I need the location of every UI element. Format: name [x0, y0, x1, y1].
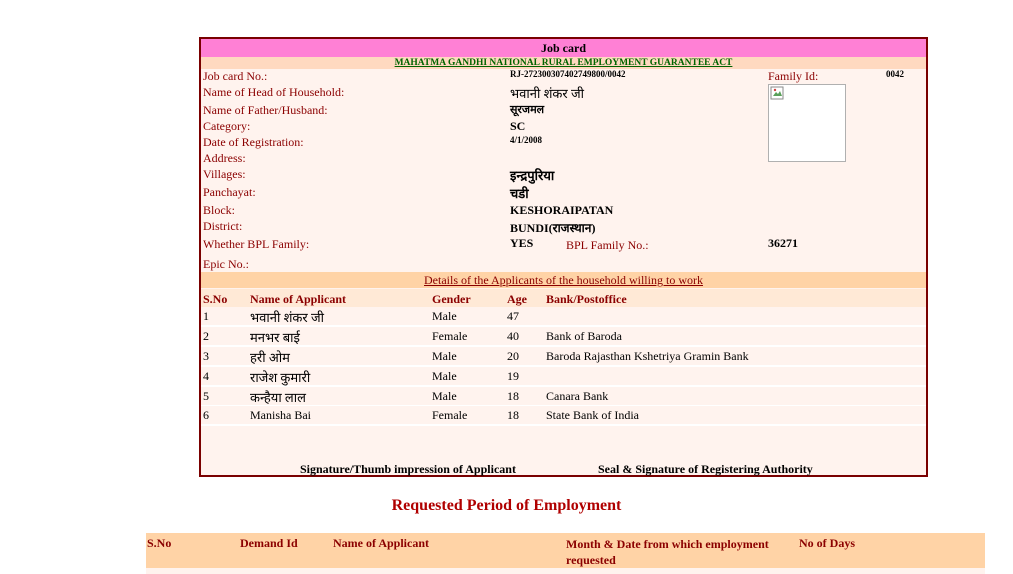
emp-col-days: No of Days: [799, 536, 855, 550]
panchayat-label: Panchayat:: [203, 185, 256, 199]
row-name: कन्हैया लाल: [250, 390, 306, 405]
row-bank: Bank of Baroda: [546, 329, 622, 343]
col-bank: Bank/Postoffice: [546, 292, 627, 306]
job-card-title: Job card: [201, 39, 926, 57]
row-age: 19: [507, 369, 519, 383]
table-row: 3 हरी ओम Male 20 Baroda Rajasthan Kshetr…: [201, 347, 926, 367]
row-gender: Female: [432, 408, 468, 422]
row-name: भवानी शंकर जी: [250, 310, 324, 325]
bpl-label: Whether BPL Family:: [203, 237, 310, 251]
emp-col-date: Month & Date from which employment reque…: [566, 537, 769, 567]
row-bank: Baroda Rajasthan Kshetriya Gramin Bank: [546, 349, 749, 363]
block-value: KESHORAIPATAN: [510, 203, 614, 217]
job-card: Job card MAHATMA GANDHI NATIONAL RURAL E…: [199, 37, 928, 477]
reg-date-value: 4/1/2008: [510, 135, 543, 145]
row-sno: 6: [203, 408, 209, 422]
table-row: [146, 568, 985, 574]
bpl-no-value: 36271: [768, 236, 798, 250]
row-gender: Male: [432, 389, 457, 403]
table-row: 1 भवानी शंकर जी Male 47: [201, 307, 926, 327]
row-sno: 1: [203, 309, 209, 323]
row-age: 18: [507, 408, 519, 422]
emp-col-demand-id: Demand Id: [240, 536, 298, 550]
col-age: Age: [507, 292, 527, 306]
applicant-signature-label: Signature/Thumb impression of Applicant: [300, 462, 516, 476]
row-name: हरी ओम: [250, 350, 290, 365]
head-value: भवानी शंकर जी: [510, 86, 584, 101]
father-label: Name of Father/Husband:: [203, 103, 328, 117]
villages-value: इन्द्रपुरिया: [510, 168, 555, 183]
col-sno: S.No: [203, 292, 228, 306]
col-name: Name of Applicant: [250, 292, 346, 306]
act-name: MAHATMA GANDHI NATIONAL RURAL EMPLOYMENT…: [201, 57, 926, 69]
panchayat-value: चडी: [510, 186, 529, 201]
row-age: 40: [507, 329, 519, 343]
col-gender: Gender: [432, 292, 471, 306]
job-card-no-value: RJ-272300307402749800/0042: [510, 69, 626, 79]
row-name: राजेश कुमारी: [250, 370, 311, 385]
reg-date-label: Date of Registration:: [203, 135, 304, 149]
row-gender: Male: [432, 369, 457, 383]
category-label: Category:: [203, 119, 251, 133]
head-label: Name of Head of Household:: [203, 85, 345, 99]
epic-label: Epic No.:: [203, 257, 249, 271]
row-gender: Male: [432, 349, 457, 363]
district-value: BUNDI(राजस्थान): [510, 221, 596, 235]
emp-col-name: Name of Applicant: [333, 536, 429, 550]
row-sno: 4: [203, 369, 209, 383]
row-bank: State Bank of India: [546, 408, 639, 422]
address-label: Address:: [203, 151, 246, 165]
broken-image-icon: [770, 86, 784, 100]
bpl-value: YES: [510, 236, 534, 250]
row-name: मनभर बाई: [250, 330, 300, 345]
applicants-section-title: Details of the Applicants of the househo…: [201, 272, 926, 288]
row-age: 47: [507, 309, 519, 323]
photo-image: [768, 84, 846, 162]
row-sno: 3: [203, 349, 209, 363]
family-id-value: 0042: [886, 69, 904, 79]
row-gender: Female: [432, 329, 468, 343]
family-id-label: Family Id:: [768, 69, 819, 83]
bpl-no-label: BPL Family No.:: [566, 238, 649, 252]
row-age: 20: [507, 349, 519, 363]
employment-section-title: Requested Period of Employment: [391, 497, 622, 514]
table-row: 6 Manisha Bai Female 18 State Bank of In…: [201, 406, 926, 426]
category-value: SC: [510, 119, 526, 133]
row-name: Manisha Bai: [250, 408, 311, 422]
block-label: Block:: [203, 203, 235, 217]
emp-col-sno: S.No: [147, 536, 172, 550]
father-value: सूरजमल: [510, 104, 545, 116]
table-row: 5 कन्हैया लाल Male 18 Canara Bank: [201, 387, 926, 407]
row-sno: 5: [203, 389, 209, 403]
table-row: 4 राजेश कुमारी Male 19: [201, 367, 926, 387]
villages-label: Villages:: [203, 167, 246, 181]
job-card-no-label: Job card No.:: [203, 69, 268, 83]
row-gender: Male: [432, 309, 457, 323]
table-row: 2 मनभर बाई Female 40 Bank of Baroda: [201, 327, 926, 347]
row-age: 18: [507, 389, 519, 403]
district-label: District:: [203, 219, 243, 233]
row-bank: Canara Bank: [546, 389, 609, 403]
authority-signature-label: Seal & Signature of Registering Authorit…: [598, 462, 813, 476]
row-sno: 2: [203, 329, 209, 343]
